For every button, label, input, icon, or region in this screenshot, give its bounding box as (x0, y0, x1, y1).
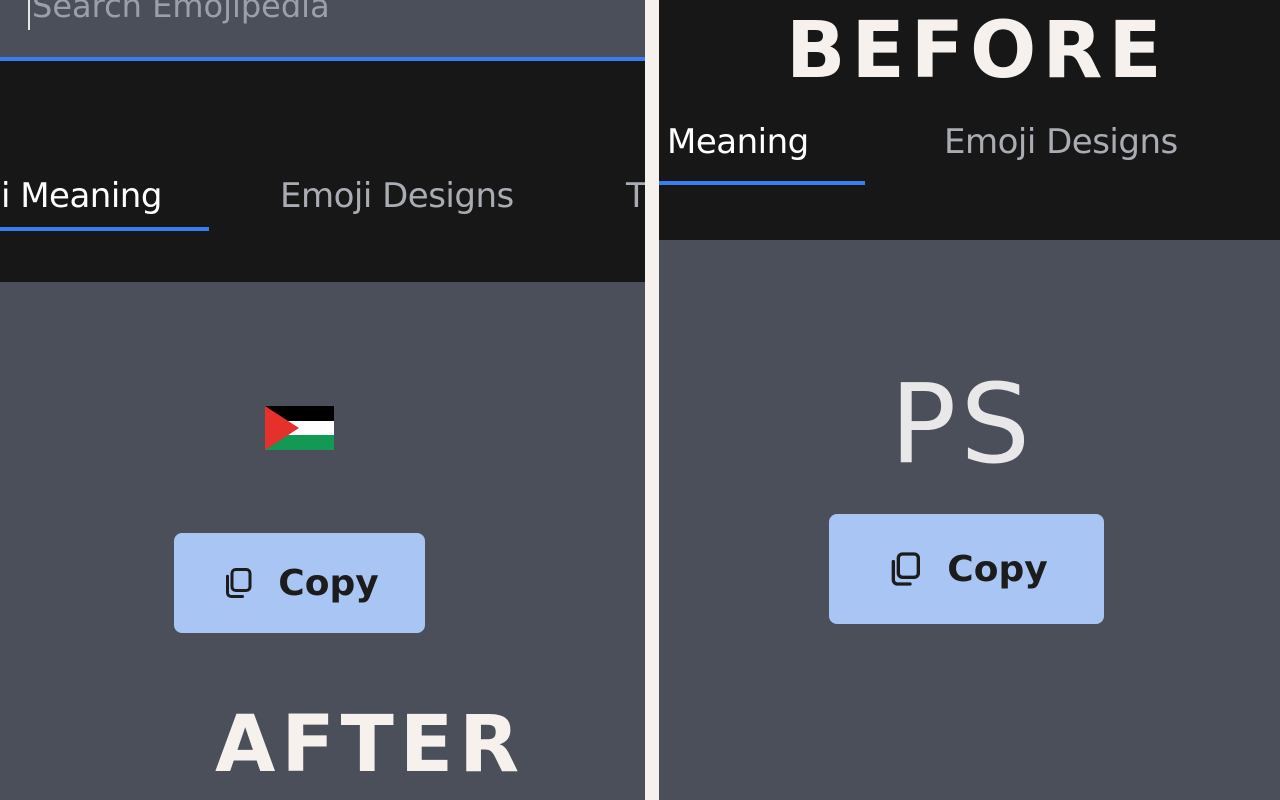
active-tab-indicator (0, 227, 209, 231)
text-caret (28, 0, 30, 30)
tab-emoji-designs[interactable]: Emoji Designs (944, 122, 1178, 162)
palestine-flag-emoji (265, 406, 334, 450)
copy-button[interactable]: Copy (174, 533, 425, 633)
copy-button-label: Copy (947, 548, 1048, 590)
after-panel: ji Meaning Emoji Designs T Copy AFTER (0, 0, 645, 800)
before-caption: BEFORE (786, 6, 1168, 96)
copy-button[interactable]: Copy (829, 514, 1104, 624)
tab-emoji-meaning[interactable]: Meaning (667, 122, 809, 162)
copy-icon (891, 552, 921, 586)
tab-bar: ji Meaning Emoji Designs T (0, 61, 645, 282)
tab-truncated[interactable]: T (626, 176, 645, 216)
emoji-fallback-text: PS (890, 360, 1035, 488)
copy-button-label: Copy (278, 562, 379, 604)
copy-icon (226, 568, 252, 598)
search-input[interactable] (32, 0, 632, 26)
after-caption: AFTER (215, 700, 526, 790)
panel-divider (645, 0, 659, 800)
search-bar (0, 0, 645, 61)
active-tab-indicator (659, 181, 865, 185)
tab-emoji-meaning[interactable]: ji Meaning (0, 176, 162, 216)
tab-emoji-designs[interactable]: Emoji Designs (280, 176, 514, 216)
